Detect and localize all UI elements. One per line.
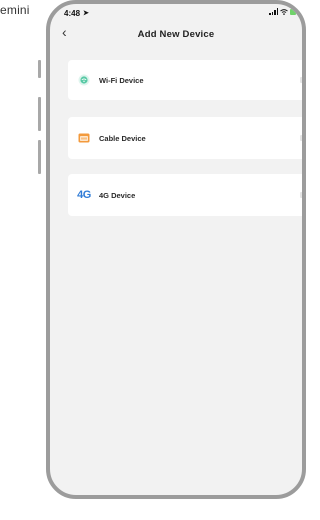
phone-frame: 4:48 ➤ ‹ Add New Device Wi-Fi Device Cab… bbox=[46, 0, 306, 499]
status-indicators bbox=[269, 8, 296, 15]
status-bar: 4:48 ➤ bbox=[50, 4, 302, 22]
cellular-signal-icon bbox=[269, 8, 278, 15]
wifi-status-icon bbox=[280, 8, 288, 15]
device-label: 4G Device bbox=[99, 190, 136, 200]
device-label: Cable Device bbox=[99, 133, 146, 143]
volume-down-button bbox=[38, 140, 41, 174]
back-button[interactable]: ‹ bbox=[62, 24, 67, 40]
chevron-right-icon bbox=[300, 192, 302, 198]
partial-caption: emini bbox=[0, 3, 30, 17]
chevron-right-icon bbox=[300, 77, 302, 83]
device-option-cable[interactable]: Cable Device bbox=[68, 117, 302, 159]
volume-up-button bbox=[38, 97, 41, 131]
4g-device-icon: 4G bbox=[77, 189, 91, 201]
page-title: Add New Device bbox=[137, 28, 215, 40]
battery-icon bbox=[290, 8, 296, 15]
location-arrow-icon: ➤ bbox=[83, 10, 89, 17]
device-option-4g[interactable]: 4G 4G Device bbox=[68, 174, 302, 216]
chevron-right-icon bbox=[300, 135, 302, 141]
device-label: Wi-Fi Device bbox=[99, 75, 144, 85]
device-option-wifi[interactable]: Wi-Fi Device bbox=[68, 60, 302, 100]
status-time: 4:48 bbox=[64, 8, 81, 18]
cable-device-icon bbox=[78, 132, 90, 144]
wifi-device-icon bbox=[78, 74, 90, 86]
mute-switch bbox=[38, 60, 41, 78]
navigation-bar: ‹ Add New Device bbox=[50, 22, 302, 46]
